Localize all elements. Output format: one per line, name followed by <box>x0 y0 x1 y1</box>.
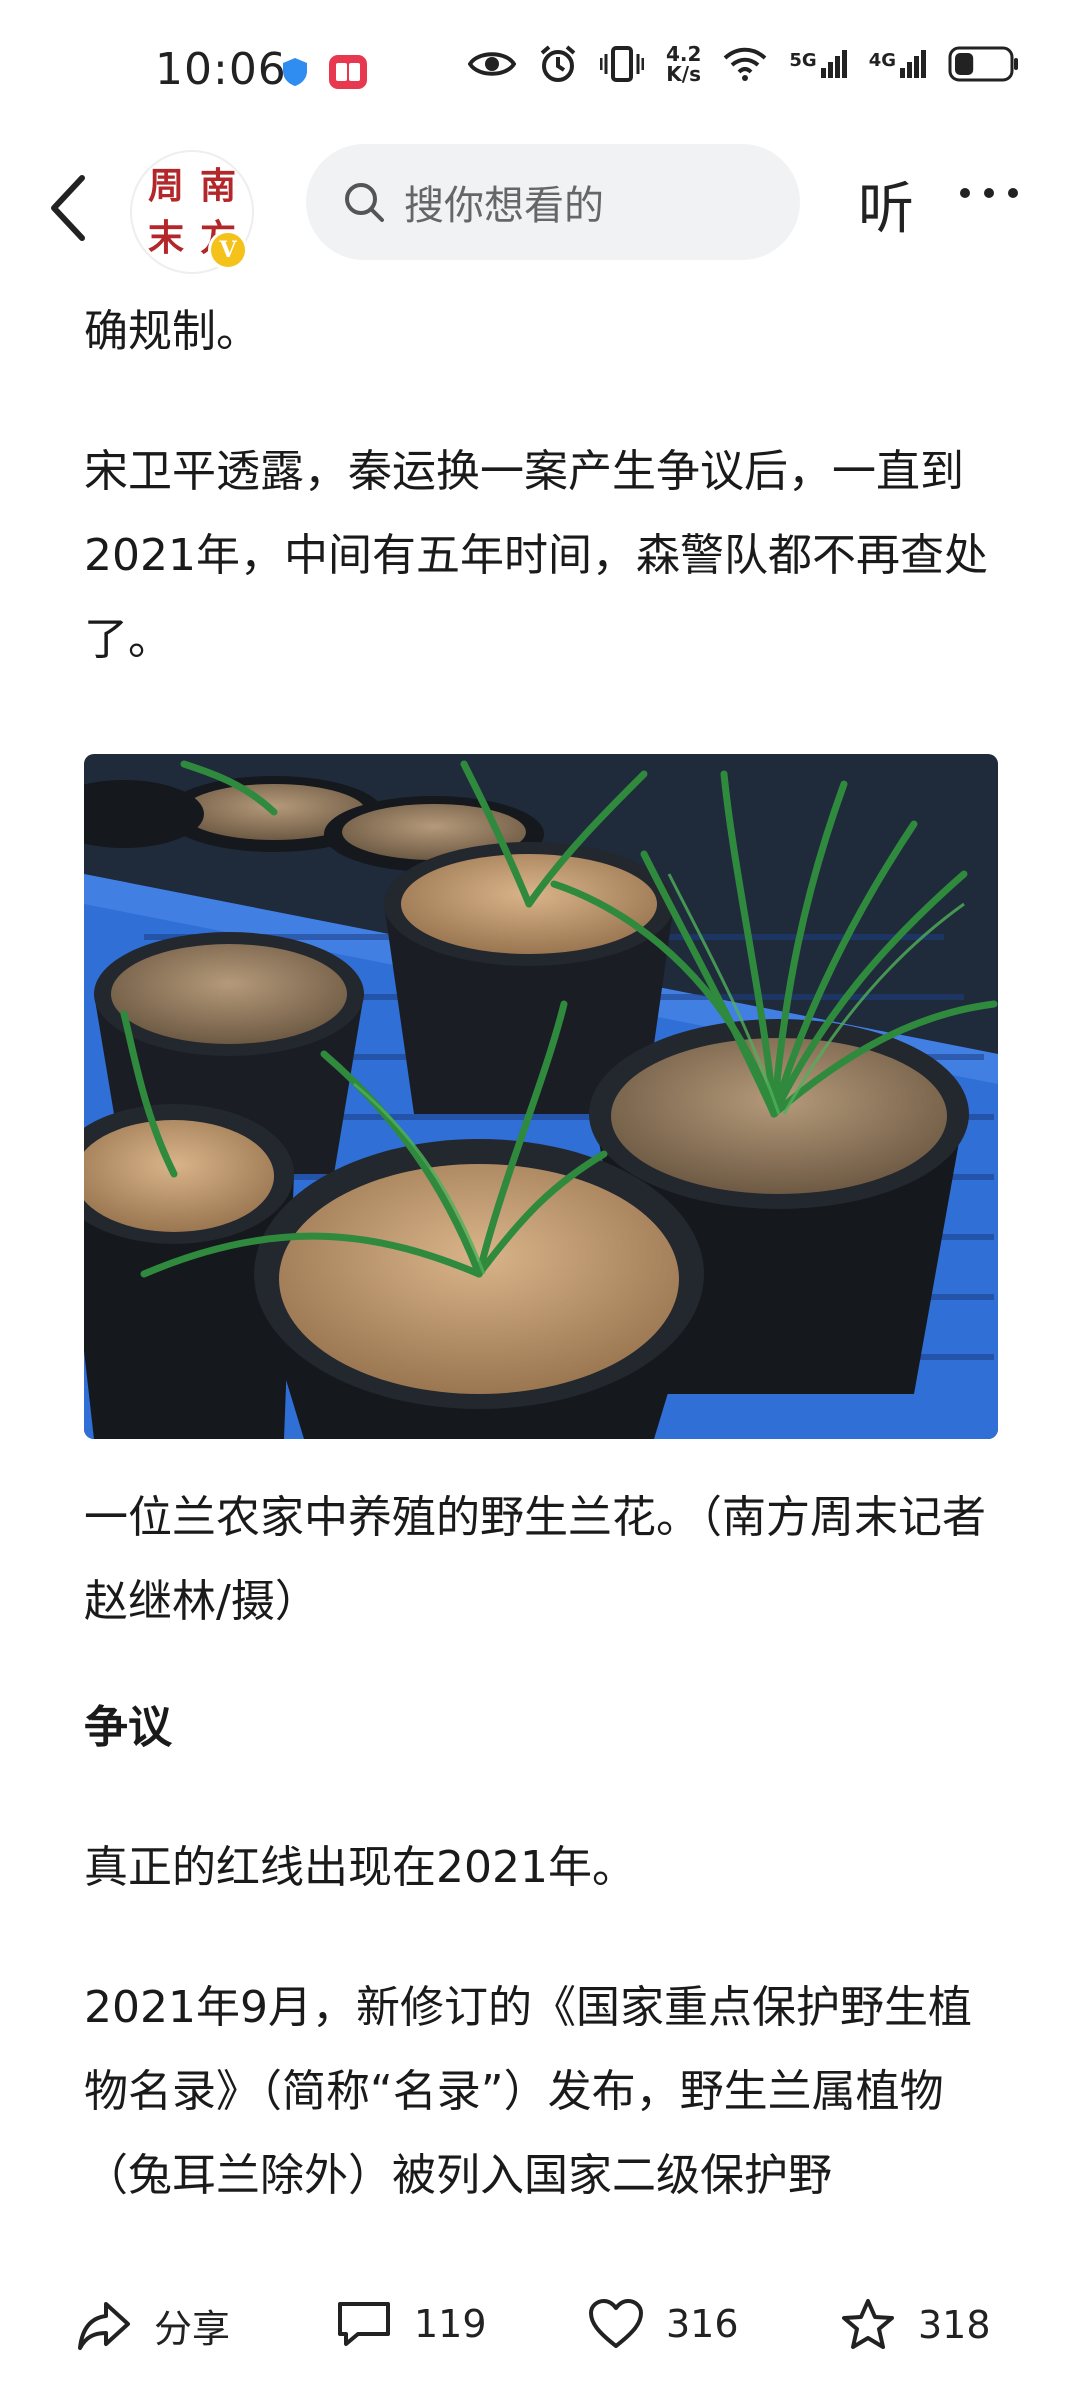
search-bar[interactable]: 搜你想看的 <box>306 144 800 260</box>
verified-badge: V <box>208 230 248 270</box>
status-time: 10:06 <box>155 44 287 95</box>
share-label: 分享 <box>154 2307 231 2351</box>
top-nav: 周 南 末 方 V 搜你想看的 听 <box>0 140 1080 274</box>
vibrate-icon <box>599 46 644 82</box>
publisher-logo-mark: 周 南 末 方 V <box>140 160 248 270</box>
photo-caption: 一位兰农家中养殖的野生兰花。（南方周末记者 赵继林/摄） <box>84 1492 986 1627</box>
article-paragraph-1: 宋卫平透露，秦运换一案产生争议后，一直到2021年，中间有五年时间，森警队都不再… <box>84 446 988 665</box>
comment-icon <box>338 2302 390 2346</box>
heart-icon <box>589 2299 643 2348</box>
search-icon <box>345 183 384 222</box>
back-arrow-icon[interactable] <box>40 168 100 248</box>
like-button[interactable]: 316 <box>588 2298 739 2350</box>
listen-button[interactable]: 听 <box>858 164 914 245</box>
share-button[interactable]: 分享 <box>76 2298 230 2353</box>
article-paragraph-top: 确规制。 <box>84 306 260 357</box>
app-notification-icon <box>329 55 367 89</box>
orchid-pots-image <box>84 754 998 1439</box>
more-options-icon[interactable] <box>960 188 1018 198</box>
shield-icon <box>283 58 307 86</box>
battery-icon <box>948 46 1018 82</box>
signal-5g-icon: 5G <box>789 50 847 78</box>
status-bar: 10:06 4.2 K/s 5G 4G <box>0 0 1080 140</box>
status-left-icons <box>282 54 368 90</box>
favorite-button[interactable]: 318 <box>840 2298 991 2352</box>
bottom-action-bar: 分享 119 316 318 <box>0 2280 1080 2400</box>
star-icon <box>842 2299 894 2349</box>
search-placeholder: 搜你想看的 <box>404 183 604 229</box>
status-right-icons: 4.2 K/s 5G 4G <box>467 42 1020 86</box>
publisher-logo[interactable]: 周 南 末 方 V <box>130 150 254 274</box>
signal-4g-icon: 4G <box>869 50 926 78</box>
eye-icon <box>467 52 516 76</box>
favorites-count: 318 <box>918 2303 991 2347</box>
article-paragraph-2: 真正的红线出现在2021年。 <box>84 1842 636 1893</box>
likes-count: 316 <box>666 2302 739 2346</box>
share-icon <box>78 2301 130 2350</box>
comments-count: 119 <box>414 2302 487 2346</box>
network-speed: 4.2 K/s <box>665 42 702 86</box>
article-photo-orchids[interactable] <box>84 754 998 1439</box>
wifi-icon <box>724 47 767 81</box>
section-heading: 争议 <box>84 1702 172 1753</box>
article-paragraph-3: 2021年9月，新修订的《国家重点保护野生植物名录》（简称“名录”）发布，野生兰… <box>84 1982 972 2201</box>
comments-button[interactable]: 119 <box>336 2298 487 2350</box>
alarm-icon <box>540 45 576 82</box>
